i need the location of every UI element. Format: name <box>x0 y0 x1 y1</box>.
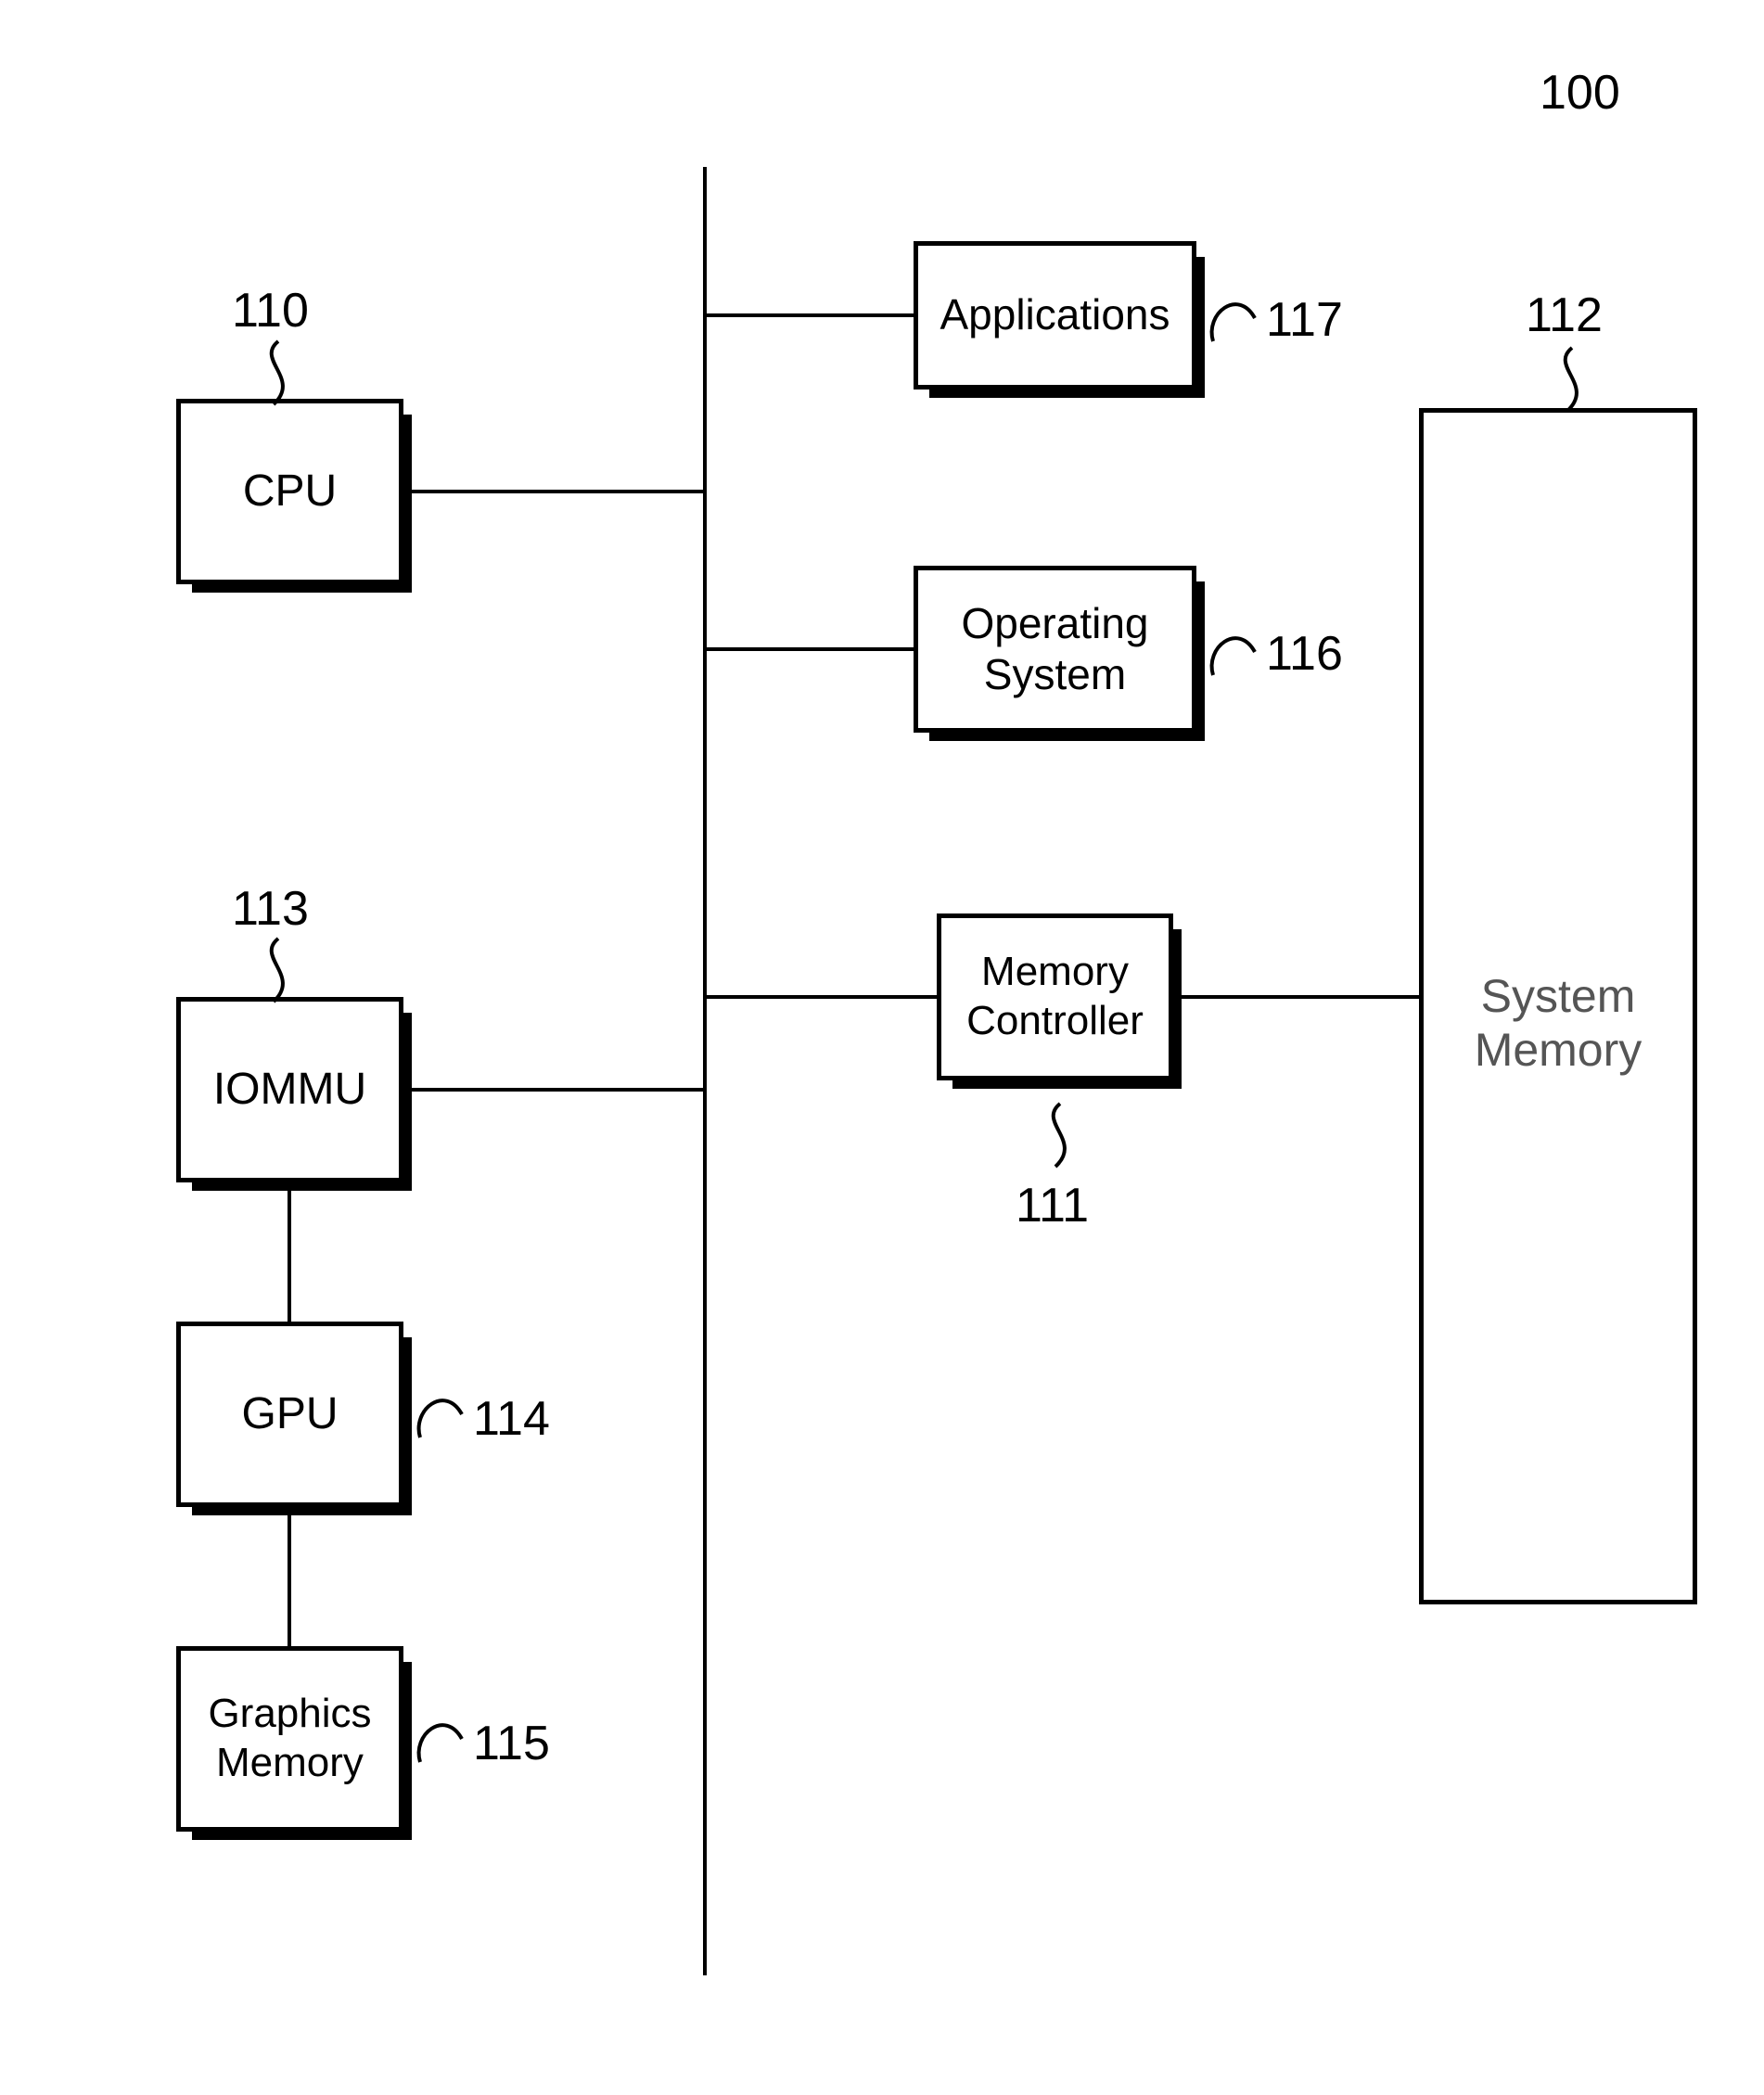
ref-112: 112 <box>1526 287 1603 343</box>
squiggle-110 <box>246 341 311 406</box>
squiggle-111 <box>1028 1104 1093 1169</box>
iommu-label: IOMMU <box>213 1063 366 1117</box>
sysmem-label: System Memory <box>1424 969 1693 1077</box>
apps-label: Applications <box>940 289 1170 340</box>
ref-116: 116 <box>1266 626 1343 682</box>
ref-113: 113 <box>232 881 309 937</box>
gpu-gmem-line <box>288 1507 291 1646</box>
memctl-bus-line <box>707 995 937 999</box>
gmem-label: Graphics Memory <box>208 1690 371 1788</box>
memctl-sysmem-line <box>1173 995 1419 999</box>
gpu-box: GPU <box>176 1322 403 1507</box>
ref-111: 111 <box>1016 1178 1089 1233</box>
apps-bus-line <box>707 313 914 317</box>
loop-114 <box>417 1391 468 1442</box>
cpu-label: CPU <box>243 465 337 518</box>
ref-114: 114 <box>473 1391 550 1447</box>
squiggle-112 <box>1540 348 1604 413</box>
apps-box: Applications <box>914 241 1196 390</box>
os-label: Operating System <box>961 598 1148 700</box>
diagram-canvas: 100 CPU 110 IOMMU 113 GPU 114 Graphics M… <box>0 0 1764 2095</box>
gmem-box: Graphics Memory <box>176 1646 403 1832</box>
sysmem-box: System Memory <box>1419 408 1697 1604</box>
bus-line <box>703 167 707 1975</box>
iommu-bus-line <box>403 1088 703 1092</box>
iommu-gpu-line <box>288 1182 291 1322</box>
iommu-box: IOMMU <box>176 997 403 1182</box>
memctl-label: Memory Controller <box>966 948 1144 1046</box>
cpu-box: CPU <box>176 399 403 584</box>
loop-116 <box>1210 629 1261 680</box>
ref-110: 110 <box>232 283 309 339</box>
loop-115 <box>417 1716 468 1767</box>
loop-117 <box>1210 295 1261 346</box>
squiggle-113 <box>246 939 311 1003</box>
ref-100: 100 <box>1540 65 1620 121</box>
ref-115: 115 <box>473 1716 550 1771</box>
ref-117: 117 <box>1266 292 1343 348</box>
memctl-box: Memory Controller <box>937 913 1173 1080</box>
gpu-label: GPU <box>241 1387 338 1441</box>
os-box: Operating System <box>914 566 1196 733</box>
os-bus-line <box>707 647 914 651</box>
cpu-bus-line <box>403 490 703 493</box>
